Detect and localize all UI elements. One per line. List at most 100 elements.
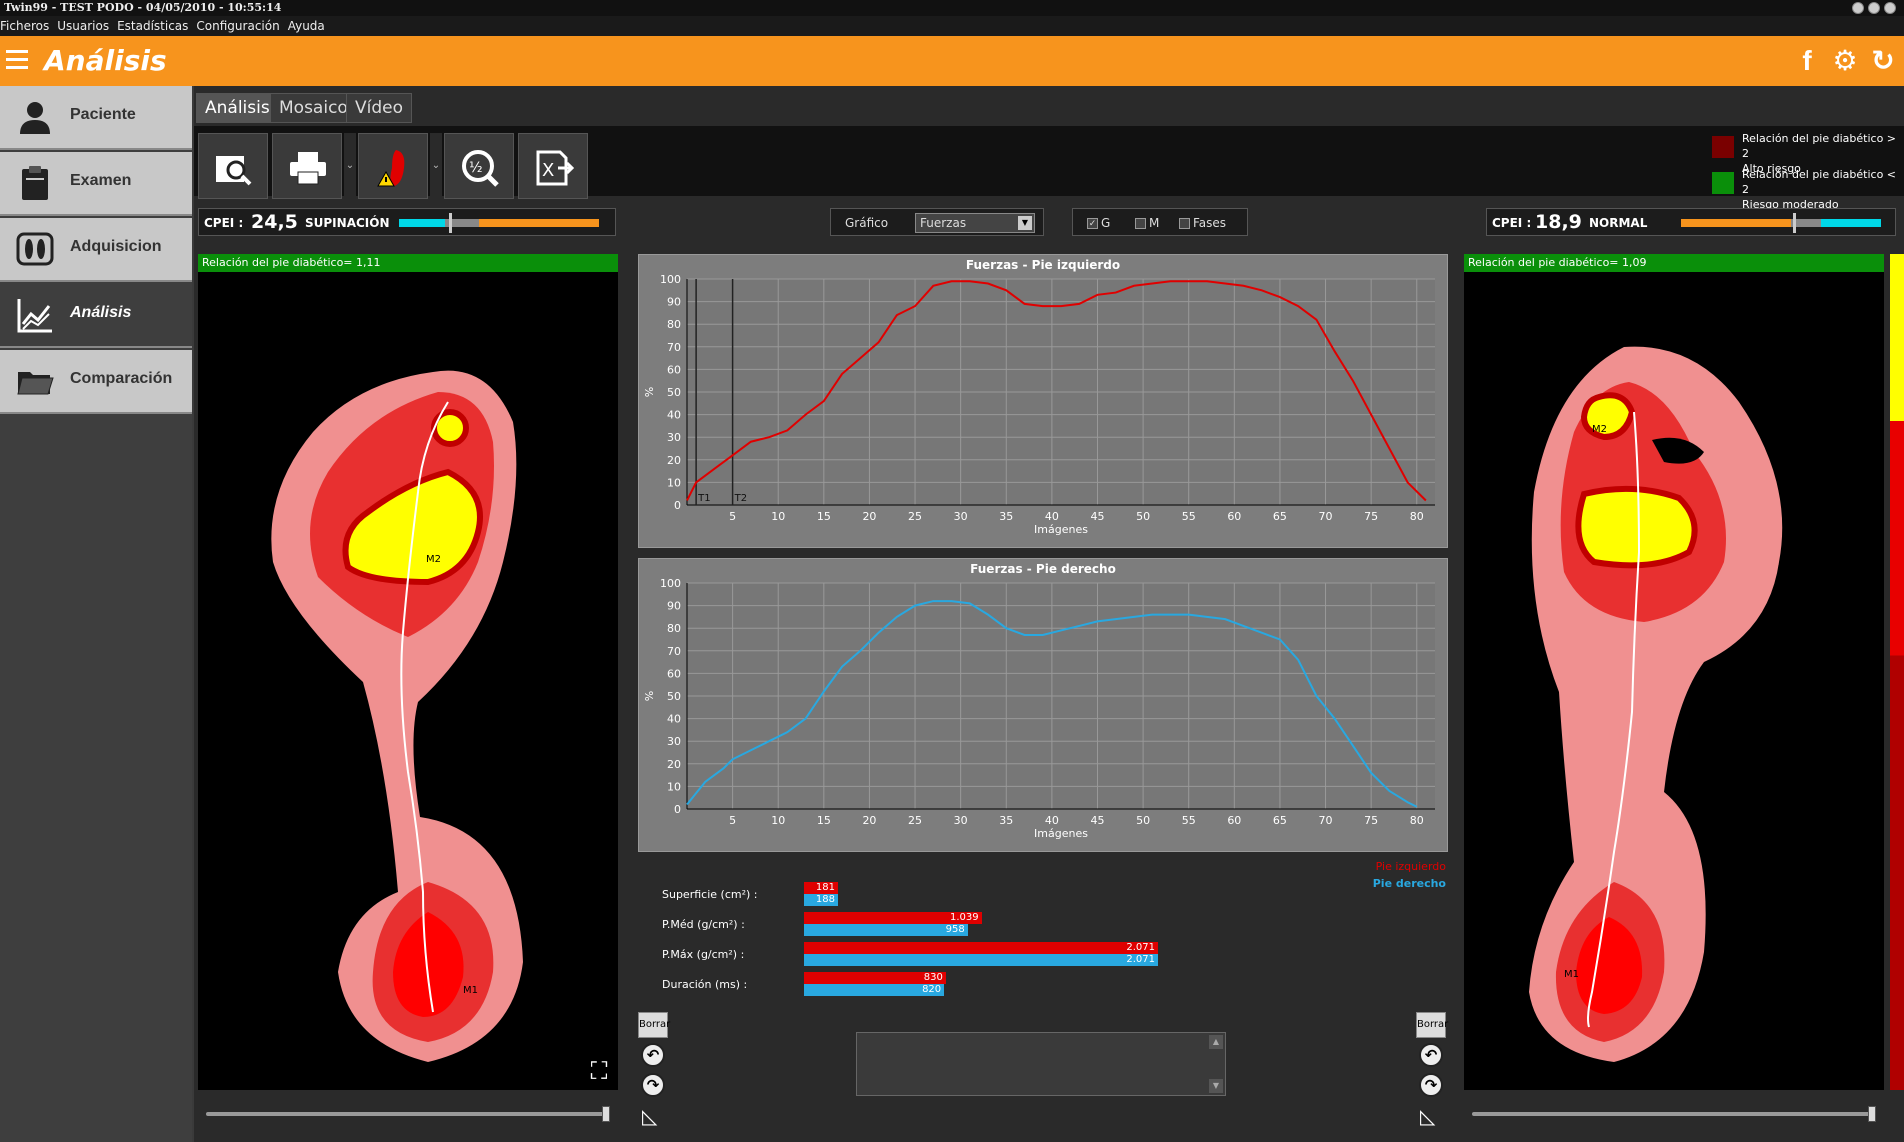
borrar-right-button[interactable]: Borrar	[1416, 1012, 1448, 1038]
y-axis-label: %	[643, 691, 656, 701]
refresh-icon[interactable]: ↻	[1868, 46, 1898, 76]
sidebar-item-label: Examen	[70, 172, 132, 189]
right-frame-slider[interactable]	[1472, 1106, 1876, 1122]
legend-left-foot: Pie izquierdo	[1375, 860, 1446, 873]
undo-right-icon[interactable]: ↶	[1419, 1043, 1443, 1067]
ruler-left-icon[interactable]: ◺	[642, 1104, 666, 1128]
check-g[interactable]: ✓ G	[1087, 216, 1110, 230]
x-axis-label: Imágenes	[1034, 523, 1088, 536]
redo-right-icon[interactable]: ↷	[1419, 1073, 1443, 1097]
moderate-risk-legend: Relación del pie diabético < 2 Riesgo mod…	[1742, 168, 1897, 211]
scroll-up-icon[interactable]: ▲	[1209, 1035, 1223, 1049]
left-foot-panel: M2 M1 ⛶	[198, 272, 618, 1090]
right-cpei-panel: CPEI : 18,9 NORMAL	[1486, 208, 1896, 236]
y-tick-label: 100	[660, 273, 681, 286]
left-frame-slider[interactable]	[206, 1106, 610, 1122]
svg-text:M1: M1	[1564, 969, 1579, 980]
foot-alert-icon	[377, 150, 405, 187]
scroll-down-icon[interactable]: ▼	[1209, 1079, 1223, 1093]
tab-video[interactable]: Vídeo	[346, 93, 413, 123]
minimize-button[interactable]	[1852, 2, 1864, 14]
sidebar-item-analisis[interactable]: Análisis	[0, 284, 192, 348]
bar-right: 958	[804, 924, 968, 936]
x-tick-label: 45	[1090, 814, 1104, 827]
grafico-label: Gráfico	[845, 216, 889, 230]
print-dropdown-chevron-icon[interactable]: ⌄	[344, 133, 356, 199]
folder-icon	[17, 372, 54, 395]
sidebar-item-label: Análisis	[70, 304, 132, 321]
sidebar-item-comparacion[interactable]: Comparación	[0, 350, 192, 414]
pressure-color-scale	[1890, 254, 1904, 1090]
print-button[interactable]	[272, 133, 342, 199]
ruler-right-icon[interactable]: ◺	[1420, 1104, 1444, 1128]
bar-category-label: P.Méd (g/cm²) :	[662, 918, 745, 931]
phase-marker-label: T2	[734, 493, 747, 504]
toolbar: ⌄ ⌄ ½ X Relación del pie diabético > 2 Al…	[194, 126, 1904, 211]
y-tick-label: 40	[667, 409, 681, 422]
zoom-ratio-button[interactable]: ½	[444, 133, 514, 199]
left-cpei-panel: CPEI : 24,5 SUPINACIÓN	[198, 208, 616, 236]
x-tick-label: 25	[908, 510, 922, 523]
x-tick-label: 35	[999, 814, 1013, 827]
x-tick-label: 20	[862, 510, 876, 523]
x-tick-label: 60	[1227, 814, 1241, 827]
x-tick-label: 5	[729, 510, 736, 523]
sidebar-item-paciente[interactable]: Paciente	[0, 86, 192, 150]
menu-ficheros[interactable]: Ficheros	[0, 19, 49, 33]
x-tick-label: 70	[1319, 814, 1333, 827]
undo-left-icon[interactable]: ↶	[641, 1043, 665, 1067]
gear-icon[interactable]: ⚙	[1830, 46, 1860, 76]
x-tick-label: 40	[1045, 814, 1059, 827]
facebook-icon[interactable]: f	[1792, 46, 1822, 76]
y-tick-label: 10	[667, 476, 681, 489]
menu-ayuda[interactable]: Ayuda	[288, 19, 325, 33]
x-tick-label: 60	[1227, 510, 1241, 523]
user-icon	[20, 102, 50, 134]
redo-left-icon[interactable]: ↷	[641, 1073, 665, 1097]
tab-analisis[interactable]: Análisis	[196, 93, 279, 123]
legend-right-foot: Pie derecho	[1372, 877, 1446, 890]
print-icon	[290, 152, 326, 185]
x-tick-label: 75	[1364, 510, 1378, 523]
right-foot-pressure-map: M2 M1	[1529, 346, 1783, 1063]
y-tick-label: 0	[674, 499, 681, 512]
menu-configuracion[interactable]: Configuración	[196, 19, 279, 33]
notes-textarea[interactable]: ▲ ▼	[856, 1032, 1226, 1096]
check-m[interactable]: M	[1135, 216, 1159, 230]
foot-dropdown-chevron-icon[interactable]: ⌄	[430, 133, 442, 199]
excel-export-button[interactable]: X	[518, 133, 588, 199]
y-tick-label: 20	[667, 758, 681, 771]
menu-usuarios[interactable]: Usuarios	[57, 19, 109, 33]
left-ratio-bar: Relación del pie diabético= 1,11	[198, 254, 618, 272]
sidebar-item-label: Comparación	[70, 370, 173, 387]
maximize-button[interactable]	[1868, 2, 1880, 14]
x-tick-label: 15	[817, 510, 831, 523]
tab-mosaico[interactable]: Mosaico	[270, 93, 357, 123]
x-tick-label: 45	[1090, 510, 1104, 523]
close-button[interactable]	[1884, 2, 1896, 14]
cpei-value: 24,5	[251, 211, 298, 233]
foot-alert-button[interactable]	[358, 133, 428, 199]
x-tick-label: 15	[817, 814, 831, 827]
fullscreen-icon[interactable]: ⛶	[584, 1058, 614, 1086]
sidebar-item-examen[interactable]: Examen	[0, 152, 192, 216]
x-axis-label: Imágenes	[1034, 827, 1088, 840]
bar-right: 820	[804, 984, 945, 996]
grafico-select[interactable]: Fuerzas ▼	[915, 213, 1035, 233]
y-tick-label: 30	[667, 735, 681, 748]
y-axis-label: %	[643, 387, 656, 397]
y-tick-label: 80	[667, 622, 681, 635]
menu-estadisticas[interactable]: Estadísticas	[117, 19, 188, 33]
x-tick-label: 5	[729, 814, 736, 827]
preview-button[interactable]	[198, 133, 268, 199]
hamburger-menu-icon[interactable]	[6, 50, 28, 70]
cpei-scale	[399, 219, 599, 227]
y-tick-label: 20	[667, 454, 681, 467]
borrar-left-button[interactable]: Borrar	[638, 1012, 670, 1038]
zoom-ratio-icon: ½	[462, 150, 499, 187]
x-tick-label: 80	[1410, 814, 1424, 827]
bar-left: 1.039	[804, 912, 982, 924]
check-fases[interactable]: Fases	[1179, 216, 1226, 230]
sidebar-item-adquisicion[interactable]: Adquisicion	[0, 218, 192, 282]
bar-right: 188	[804, 894, 838, 906]
